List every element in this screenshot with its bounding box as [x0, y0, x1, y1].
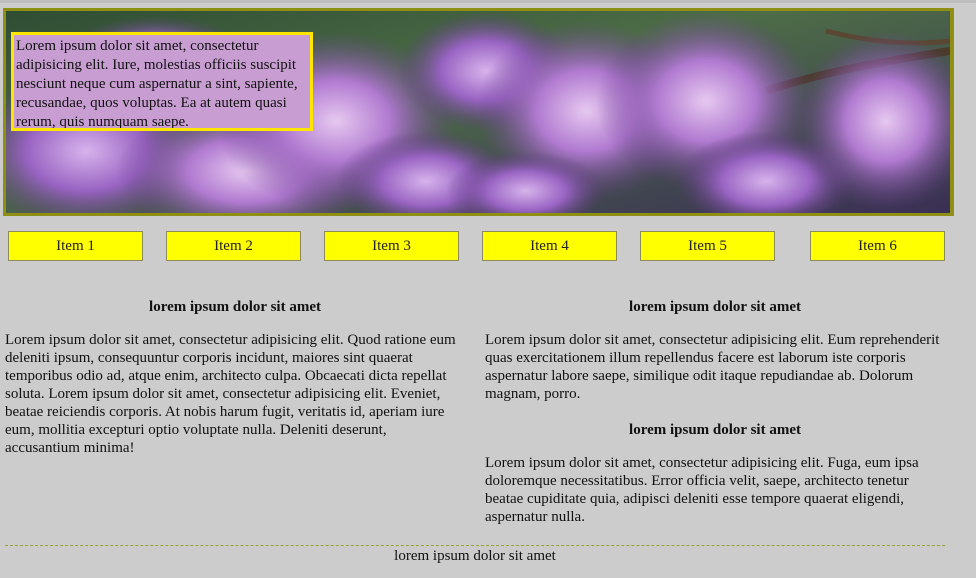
footer: lorem ipsum dolor sit amet [5, 545, 945, 565]
top-divider [0, 0, 976, 3]
nav-item-6[interactable]: Item 6 [810, 231, 945, 261]
hero-caption: Lorem ipsum dolor sit amet, consectetur … [11, 32, 313, 131]
left-column: lorem ipsum dolor sit amet Lorem ipsum d… [5, 296, 465, 473]
hero-banner: Lorem ipsum dolor sit amet, consectetur … [3, 8, 954, 216]
right-heading-2: lorem ipsum dolor sit amet [629, 422, 801, 438]
left-heading: lorem ipsum dolor sit amet [149, 299, 321, 315]
nav-item-4[interactable]: Item 4 [482, 231, 617, 261]
right-column: lorem ipsum dolor sit amet Lorem ipsum d… [485, 296, 945, 542]
right-paragraph-1: Lorem ipsum dolor sit amet, consectetur … [485, 332, 940, 402]
nav-item-5[interactable]: Item 5 [640, 231, 775, 261]
right-paragraph-2: Lorem ipsum dolor sit amet, consectetur … [485, 455, 919, 525]
nav-bar: Item 1 Item 2 Item 3 Item 4 Item 5 Item … [0, 231, 976, 261]
nav-item-2[interactable]: Item 2 [166, 231, 301, 261]
left-paragraph: Lorem ipsum dolor sit amet, consectetur … [5, 332, 456, 456]
right-heading-1: lorem ipsum dolor sit amet [629, 299, 801, 315]
nav-item-1[interactable]: Item 1 [8, 231, 143, 261]
nav-item-3[interactable]: Item 3 [324, 231, 459, 261]
